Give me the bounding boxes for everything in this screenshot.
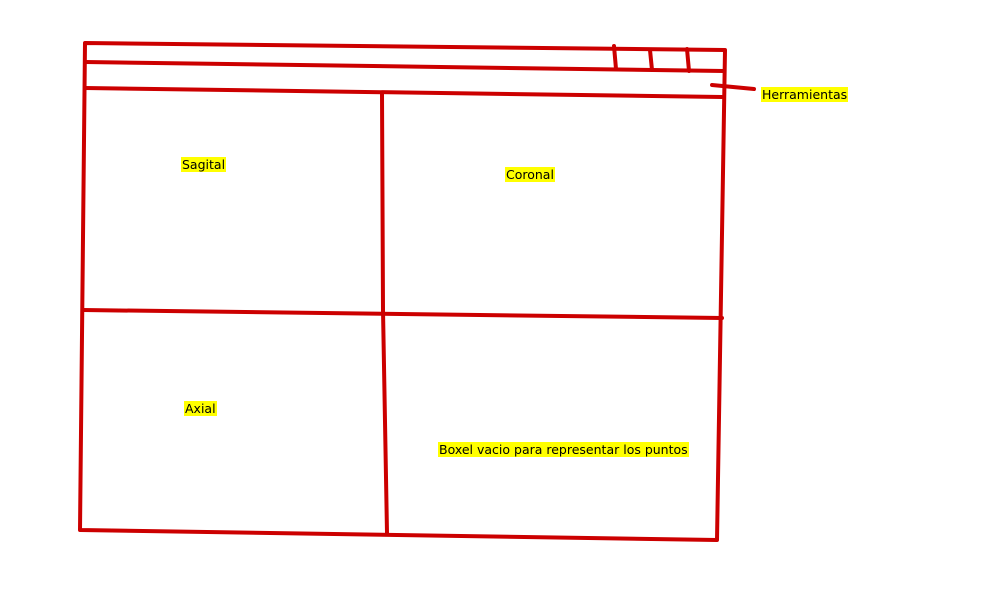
voxel-panel-label: Boxel vacio para representar los puntos: [438, 442, 689, 457]
horizontal-panel-divider: [81, 308, 724, 320]
coronal-view-label: Coronal: [505, 167, 555, 182]
wireframe-sketch: [78, 41, 756, 542]
window-control-divider-3: [685, 47, 691, 73]
window-frame: [78, 41, 727, 542]
sagittal-view-label: Sagital: [181, 157, 227, 172]
toolbar-label: Herramientas: [761, 87, 849, 102]
axial-view-label: Axial: [184, 401, 217, 416]
title-bar-divider: [83, 60, 726, 73]
toolbar-callout-line: [710, 83, 756, 91]
window-control-divider-1: [612, 44, 618, 71]
toolbar-divider: [83, 86, 724, 99]
window-control-divider-2: [648, 48, 654, 72]
